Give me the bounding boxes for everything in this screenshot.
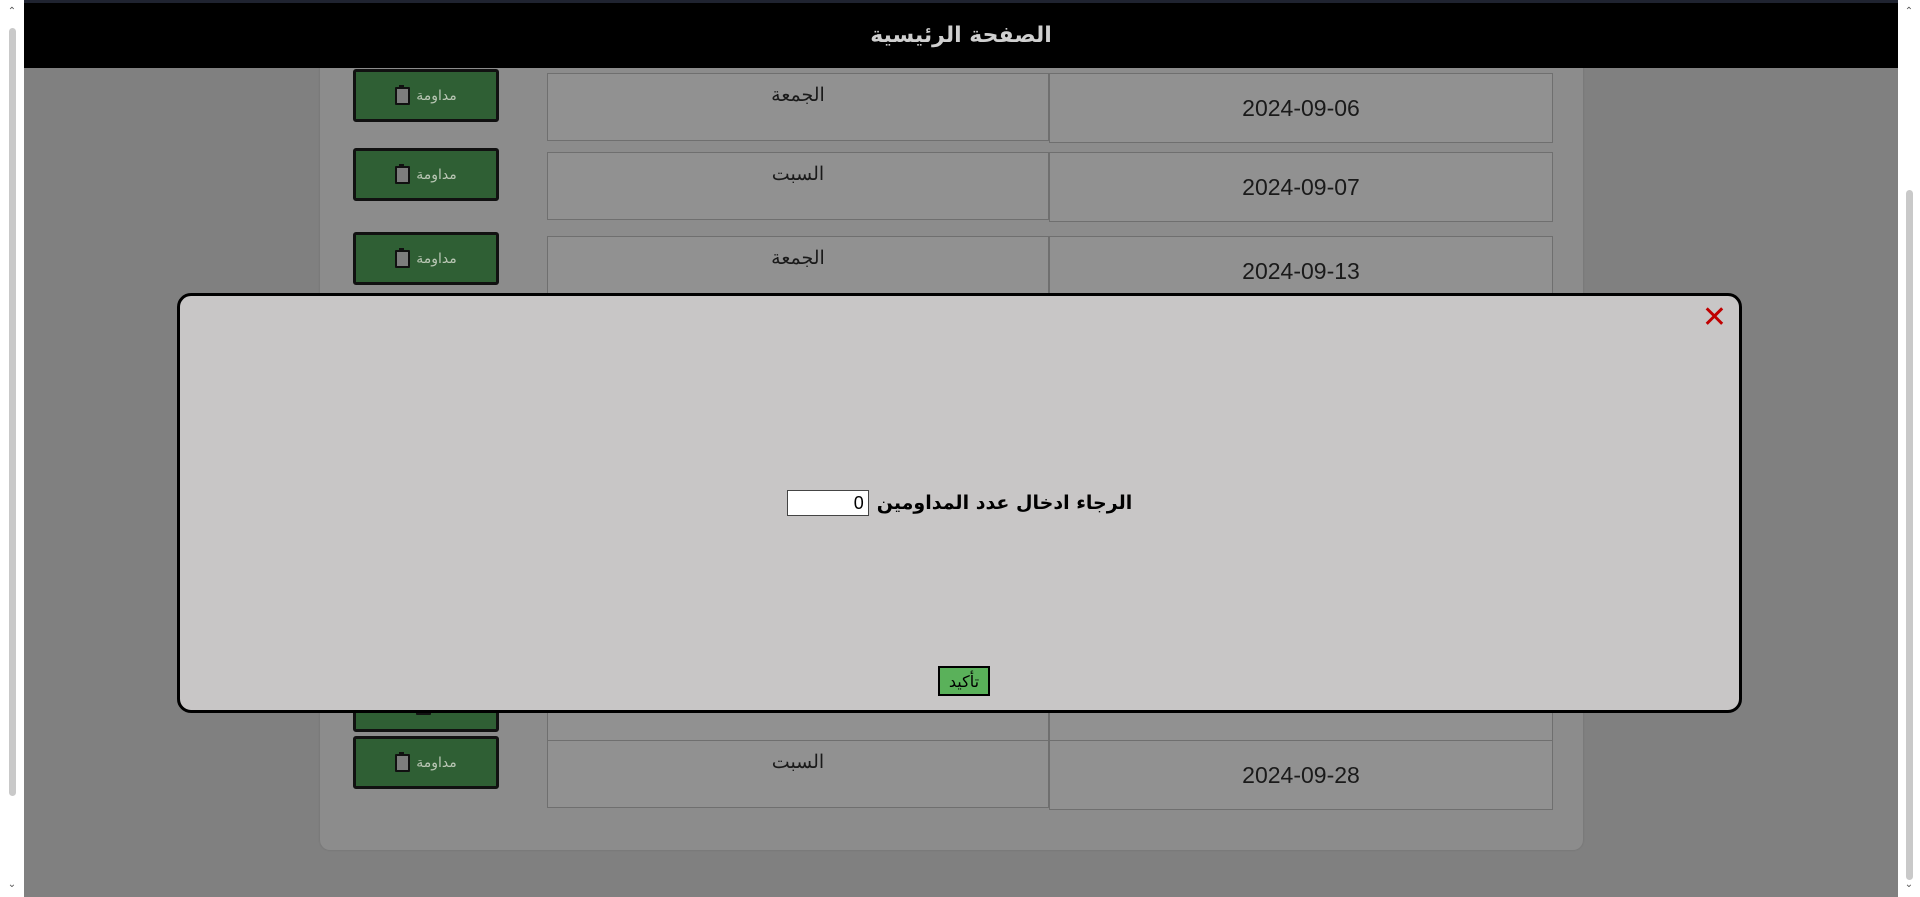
clipboard-icon	[395, 163, 411, 184]
day-cell: الجمعة	[547, 73, 1049, 141]
table-row: مداومة السبت 2024-09-07	[320, 148, 1583, 222]
attendance-count-modal: ✕ الرجاء ادخال عدد المداومين تأكيد	[177, 293, 1742, 713]
page-title[interactable]: الصفحة الرئيسية	[870, 23, 1052, 48]
scroll-up-arrow-icon[interactable]: ⌃	[0, 4, 24, 20]
attendance-button[interactable]: مداومة	[353, 148, 499, 201]
clipboard-icon	[395, 751, 411, 772]
scroll-down-arrow-icon[interactable]: ⌄	[0, 877, 24, 893]
date-cell: 2024-09-28	[1049, 740, 1553, 810]
attendance-button[interactable]: مداومة	[353, 736, 499, 789]
attendance-button-label: مداومة	[416, 87, 457, 104]
left-scrollbar[interactable]: ⌃ ⌄	[0, 0, 24, 897]
table-row: مداومة الجمعة 2024-09-06	[320, 69, 1583, 143]
clipboard-icon	[395, 247, 411, 268]
attendance-button-label: مداومة	[416, 250, 457, 267]
scrollbar-thumb[interactable]	[9, 28, 16, 796]
top-header: الصفحة الرئيسية	[24, 3, 1898, 68]
table-row: مداومة السبت 2024-09-28	[320, 736, 1583, 810]
clipboard-icon	[395, 84, 411, 105]
scroll-down-arrow-icon[interactable]: ⌄	[1898, 877, 1920, 893]
scrollbar-thumb[interactable]	[1906, 190, 1913, 880]
attendance-button-label: مداومة	[416, 166, 457, 183]
attendance-button[interactable]: مداومة	[353, 69, 499, 122]
attendance-button[interactable]: مداومة	[353, 232, 499, 285]
date-cell: 2024-09-06	[1049, 73, 1553, 143]
day-cell: السبت	[547, 152, 1049, 220]
date-cell: 2024-09-07	[1049, 152, 1553, 222]
close-x-icon[interactable]: ✕	[1702, 303, 1727, 333]
attendance-button-label: مداومة	[416, 754, 457, 771]
page-viewport: الصفحة الرئيسية مداومة الجمعة 2024-09-06…	[24, 3, 1898, 897]
day-cell: السبت	[547, 740, 1049, 808]
right-scrollbar[interactable]: ⌃ ⌄	[1898, 0, 1920, 897]
confirm-button[interactable]: تأكيد	[938, 666, 990, 696]
count-prompt: الرجاء ادخال عدد المداومين	[180, 490, 1739, 516]
count-input[interactable]	[786, 490, 869, 516]
prompt-label: الرجاء ادخال عدد المداومين	[876, 492, 1133, 514]
scroll-up-arrow-icon[interactable]: ⌃	[1898, 4, 1920, 20]
